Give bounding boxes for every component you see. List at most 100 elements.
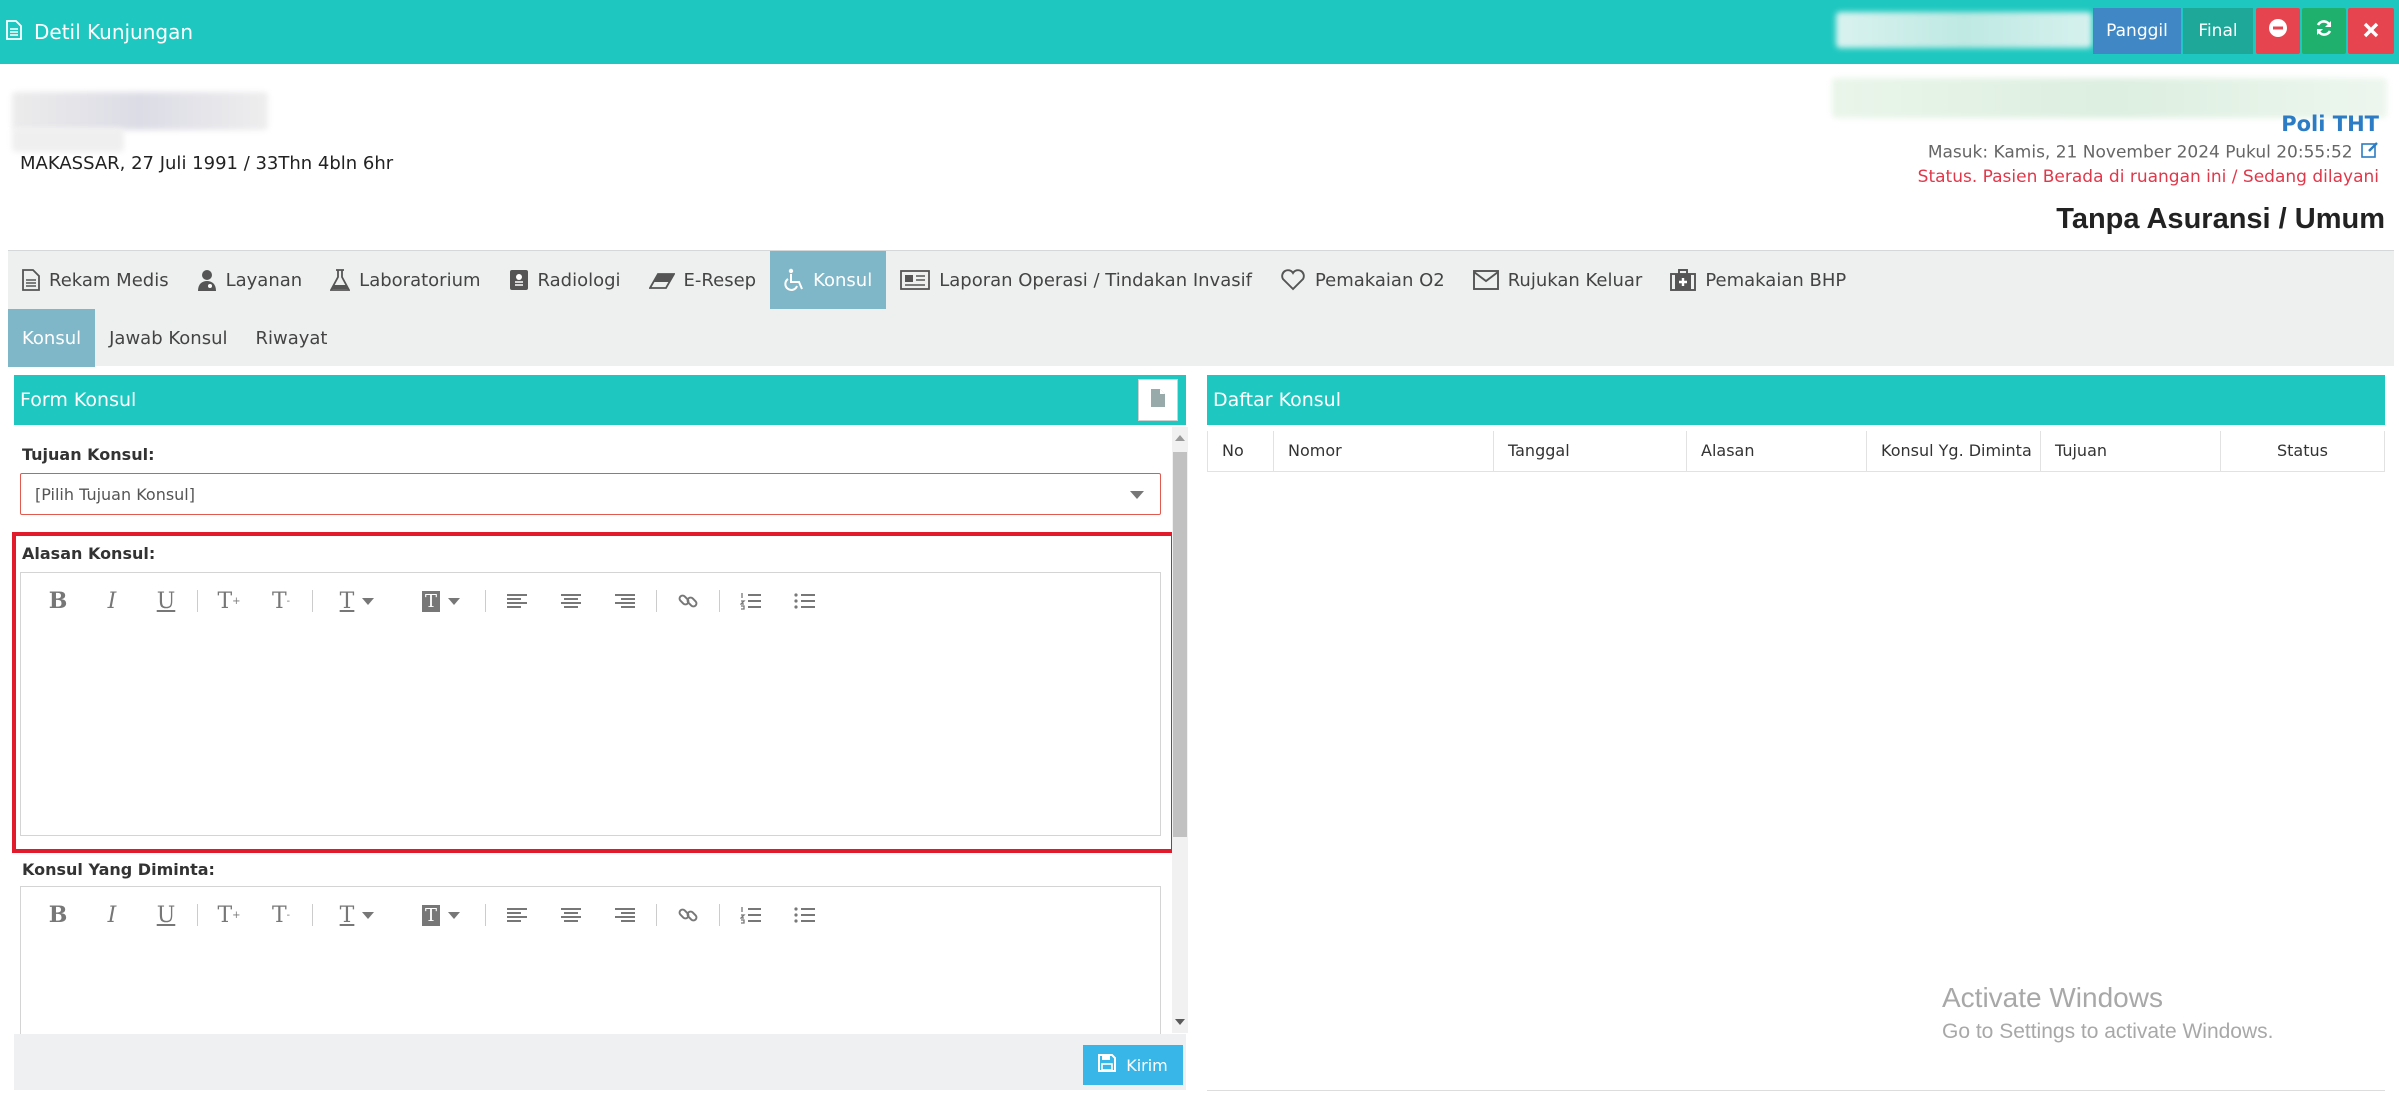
ordered-list-icon[interactable] <box>732 895 770 935</box>
tab-rekam-medis[interactable]: Rekam Medis <box>8 251 183 309</box>
align-left-icon[interactable] <box>498 581 536 621</box>
unordered-list-icon[interactable] <box>786 581 824 621</box>
unordered-list-icon[interactable] <box>786 895 824 935</box>
font-size-dropdown[interactable]: T <box>325 581 389 621</box>
ordered-list-icon[interactable] <box>732 581 770 621</box>
superscript-icon[interactable]: T + <box>210 895 248 935</box>
link-icon[interactable] <box>669 581 707 621</box>
document-icon <box>6 19 34 45</box>
panggil-button[interactable]: Panggil <box>2093 8 2181 54</box>
font-color-dropdown[interactable]: T <box>409 581 473 621</box>
windows-watermark-subtitle: Go to Settings to activate Windows. <box>1942 1020 2274 1043</box>
tab-rujukan-keluar[interactable]: Rujukan Keluar <box>1459 251 1657 309</box>
envelope-icon <box>1472 270 1499 290</box>
tab-laboratorium[interactable]: Laboratorium <box>316 251 494 309</box>
subscript-icon[interactable]: T- <box>262 895 300 935</box>
tab-label: Konsul <box>813 269 873 291</box>
subtab-riwayat[interactable]: Riwayat <box>241 309 341 367</box>
masuk-text: Masuk: Kamis, 21 November 2024 Pukul 20:… <box>1927 142 2353 163</box>
final-button[interactable]: Final <box>2183 8 2253 54</box>
daftar-konsul-header: Daftar Konsul <box>1207 375 2385 425</box>
align-left-icon[interactable] <box>498 895 536 935</box>
align-right-icon[interactable] <box>606 581 644 621</box>
table-bottom-border <box>1207 1090 2385 1091</box>
close-button[interactable] <box>2348 8 2394 54</box>
poli-name: Poli THT <box>2281 112 2379 136</box>
column-header-status[interactable]: Status <box>2220 431 2385 472</box>
kirim-button[interactable]: Kirim <box>1083 1045 1183 1085</box>
edit-icon[interactable] <box>2361 141 2379 164</box>
column-header-nomor[interactable]: Nomor <box>1273 431 1494 472</box>
tab-e-resep[interactable]: E-Resep <box>635 251 771 309</box>
masuk-time: Masuk: Kamis, 21 November 2024 Pukul 20:… <box>1928 141 2379 164</box>
column-header-tanggal[interactable]: Tanggal <box>1493 431 1687 472</box>
italic-icon[interactable]: I <box>93 581 131 621</box>
newspaper-icon <box>900 270 931 290</box>
underline-icon[interactable]: U <box>147 581 185 621</box>
alasan-konsul-label: Alasan Konsul: <box>22 544 156 563</box>
file-button[interactable] <box>1138 379 1178 421</box>
toolbar-divider <box>656 590 657 612</box>
window-title: Detil Kunjungan <box>6 0 193 64</box>
scroll-down-icon[interactable] <box>1175 1019 1185 1025</box>
font-size-dropdown[interactable]: T <box>325 895 389 935</box>
tab-label: Radiologi <box>537 269 621 291</box>
tab-label: Pemakaian O2 <box>1314 269 1445 291</box>
file-icon <box>1150 388 1166 413</box>
alasan-konsul-editor[interactable]: B I U T + T- T T <box>20 572 1161 836</box>
column-header-no[interactable]: No <box>1207 431 1274 472</box>
tab-label: Rekam Medis <box>49 269 169 291</box>
tab-label: Laboratorium <box>359 269 481 291</box>
italic-icon[interactable]: I <box>93 895 131 935</box>
patient-birth-info: MAKASSAR, 27 Juli 1991 / 33Thn 4bln 6hr <box>20 153 394 174</box>
toolbar-divider <box>719 590 720 612</box>
close-icon <box>2363 19 2379 44</box>
tab-label: E-Resep <box>683 269 757 291</box>
link-icon[interactable] <box>669 895 707 935</box>
form-konsul-header: Form Konsul <box>14 375 1186 425</box>
cancel-button[interactable] <box>2256 8 2300 54</box>
tab-radiologi[interactable]: Radiologi <box>495 251 635 309</box>
toolbar-divider <box>197 904 198 926</box>
blurred-patient-extra <box>12 128 124 152</box>
font-color-dropdown[interactable]: T <box>409 895 473 935</box>
medkit-icon <box>1670 269 1697 291</box>
blurred-patient-name <box>12 92 268 130</box>
windows-watermark-title: Activate Windows <box>1942 982 2163 1013</box>
konsul-diminta-editor[interactable]: B I U T + T- T T <box>20 886 1161 1034</box>
align-center-icon[interactable] <box>552 581 590 621</box>
underline-icon[interactable]: U <box>147 895 185 935</box>
main-tabs: Rekam Medis Layanan Laboratorium Radiolo… <box>8 251 1860 309</box>
subscript-icon[interactable]: T- <box>262 581 300 621</box>
daftar-konsul-title: Daftar Konsul <box>1213 389 1341 411</box>
scrollbar-thumb[interactable] <box>1173 452 1187 837</box>
subtab-jawab-konsul[interactable]: Jawab Konsul <box>95 309 241 367</box>
tujuan-konsul-select[interactable]: [Pilih Tujuan Konsul] <box>20 473 1161 515</box>
sub-tabs: Konsul Jawab Konsul Riwayat <box>8 309 341 367</box>
tab-label: Laporan Operasi / Tindakan Invasif <box>939 269 1252 291</box>
align-center-icon[interactable] <box>552 895 590 935</box>
refresh-button[interactable] <box>2302 8 2346 54</box>
editor-toolbar: B I U T + T- T T <box>21 573 1160 629</box>
align-right-icon[interactable] <box>606 895 644 935</box>
bold-icon[interactable]: B <box>39 895 77 935</box>
chevron-down-icon <box>1130 491 1144 499</box>
form-scrollbar[interactable] <box>1172 427 1188 1033</box>
tab-pemakaian-bhp[interactable]: Pemakaian BHP <box>1656 251 1860 309</box>
column-header-alasan[interactable]: Alasan <box>1686 431 1867 472</box>
tab-label: Pemakaian BHP <box>1705 269 1847 291</box>
superscript-icon[interactable]: T + <box>210 581 248 621</box>
document-icon <box>22 269 40 291</box>
tab-pemakaian-o2[interactable]: Pemakaian O2 <box>1266 251 1459 309</box>
top-bar: Detil Kunjungan Panggil Final <box>0 0 2399 64</box>
table-header-row: No Nomor Tanggal Alasan Konsul Yg. Dimin… <box>1207 431 2385 472</box>
tab-konsul[interactable]: Konsul <box>770 251 887 309</box>
column-header-konsul-diminta[interactable]: Konsul Yg. Diminta <box>1866 431 2041 472</box>
daftar-konsul-table: No Nomor Tanggal Alasan Konsul Yg. Dimin… <box>1207 431 2385 472</box>
scroll-up-icon[interactable] <box>1175 435 1185 441</box>
tab-laporan-operasi[interactable]: Laporan Operasi / Tindakan Invasif <box>886 251 1266 309</box>
bold-icon[interactable]: B <box>39 581 77 621</box>
tab-layanan[interactable]: Layanan <box>183 251 317 309</box>
subtab-konsul[interactable]: Konsul <box>8 309 96 367</box>
column-header-tujuan[interactable]: Tujuan <box>2040 431 2221 472</box>
